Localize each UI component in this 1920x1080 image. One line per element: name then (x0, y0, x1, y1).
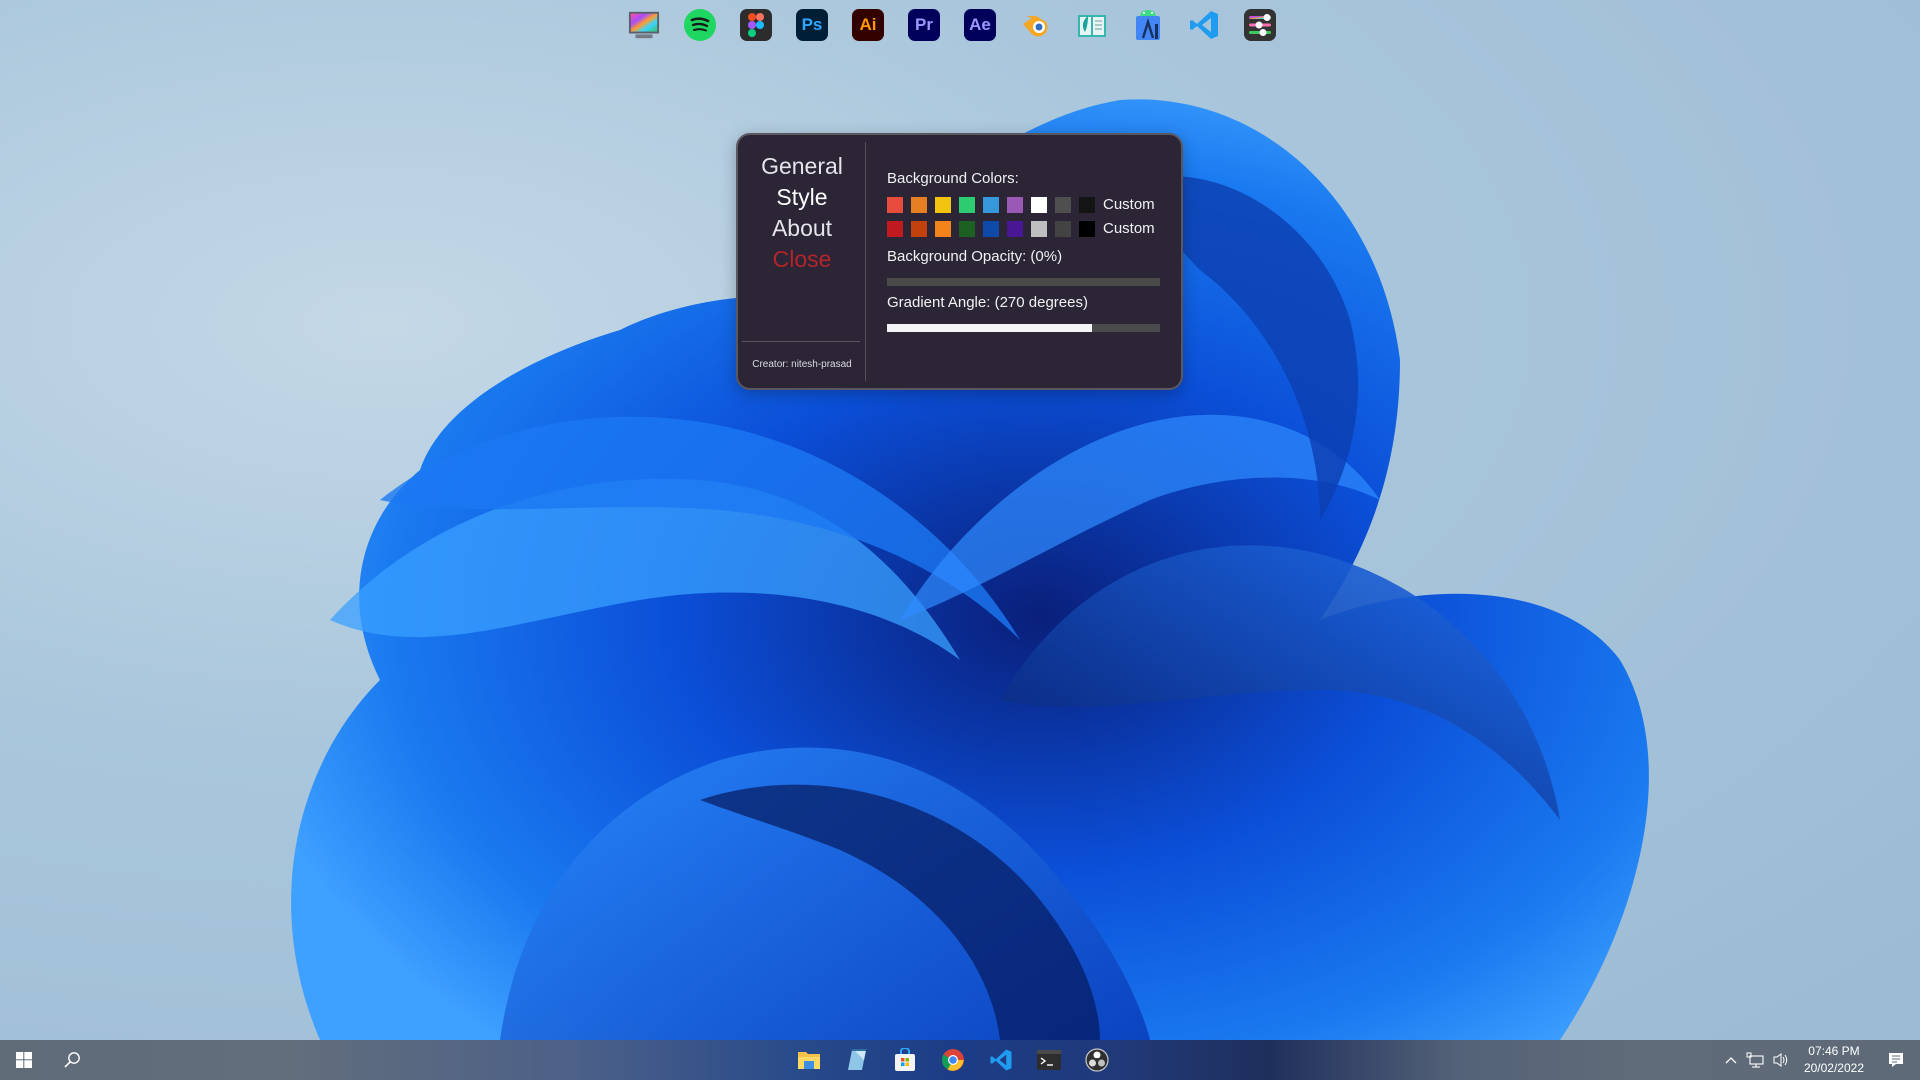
opacity-label: Background Opacity: (0%) (887, 248, 1063, 265)
creator-credit: Creator: nitesh-prasad (752, 359, 852, 370)
color-swatch[interactable] (1079, 220, 1095, 237)
taskbar-app-notepad[interactable] (844, 1047, 870, 1073)
dock-app-illustrator[interactable]: Ai (852, 9, 884, 41)
taskbar-apps (796, 1040, 1110, 1080)
background-colors-label: Background Colors: (887, 170, 1019, 187)
start-button[interactable] (0, 1040, 48, 1080)
dock-app-premiere[interactable]: Pr (908, 9, 940, 41)
dock-app-sliders[interactable] (1244, 9, 1276, 41)
opacity-slider[interactable] (887, 278, 1160, 286)
nav-close[interactable]: Close (738, 246, 866, 273)
premiere-icon: Pr (915, 15, 933, 34)
color-swatch[interactable] (887, 196, 903, 213)
nav-about[interactable]: About (738, 215, 866, 242)
network-icon (1746, 1052, 1764, 1068)
gradient-angle-label: Gradient Angle: (270 degrees) (887, 294, 1088, 311)
after-effects-icon: Ae (969, 15, 991, 34)
chevron-up-icon (1725, 1057, 1737, 1064)
search-icon (64, 1052, 80, 1068)
settings-panel: General Style About Close Creator: nites… (736, 133, 1183, 390)
show-hidden-icons-button[interactable] (1720, 1056, 1742, 1064)
color-swatch[interactable] (911, 196, 927, 213)
color-swatch[interactable] (1055, 220, 1071, 237)
speaker-icon (1773, 1053, 1788, 1067)
color-swatch[interactable] (959, 220, 975, 237)
taskbar-app-obs[interactable] (1084, 1047, 1110, 1073)
dock-app-vscode[interactable] (1188, 9, 1220, 41)
color-swatch[interactable] (1055, 196, 1071, 213)
color-swatch[interactable] (1031, 220, 1047, 237)
store-icon (895, 1048, 915, 1071)
action-center-button[interactable] (1878, 1051, 1914, 1069)
custom-color-button[interactable]: Custom (1103, 220, 1155, 237)
dock-app-figma[interactable] (740, 9, 772, 41)
book-icon (1078, 15, 1106, 37)
notification-icon (1889, 1053, 1903, 1067)
android-studio-icon (1136, 10, 1160, 40)
gradient-angle-slider[interactable] (887, 324, 1160, 332)
taskbar-app-terminal[interactable] (1036, 1047, 1062, 1073)
photoshop-icon: Ps (801, 15, 823, 34)
taskbar-app-file-explorer[interactable] (796, 1047, 822, 1073)
color-swatch[interactable] (1031, 196, 1047, 213)
chrome-icon (942, 1049, 964, 1071)
color-swatch[interactable] (983, 220, 999, 237)
figma-icon (748, 13, 764, 37)
display-rainbow-icon (628, 11, 660, 39)
taskbar-app-chrome[interactable] (940, 1047, 966, 1073)
dock-app-blender[interactable] (1020, 9, 1052, 41)
dock-app-photoshop[interactable]: Ps (796, 9, 828, 41)
clock-time: 07:46 PM (1808, 1044, 1860, 1058)
dock-app-display[interactable] (628, 9, 660, 41)
vscode-icon (990, 1049, 1012, 1071)
obs-icon (1085, 1048, 1109, 1072)
sliders-icon (1249, 14, 1271, 36)
gradient-angle-slider-fill (887, 324, 1092, 332)
custom-color-button[interactable]: Custom (1103, 196, 1155, 213)
folder-icon (798, 1052, 820, 1069)
top-dock: Ps Ai Pr Ae (628, 9, 1276, 41)
notepad-icon (848, 1049, 866, 1070)
color-swatch[interactable] (983, 196, 999, 213)
panel-sidebar: General Style About Close Creator: nites… (738, 135, 866, 388)
color-swatch[interactable] (1079, 196, 1095, 213)
dock-app-notebook[interactable] (1076, 9, 1108, 41)
volume-button[interactable] (1768, 1052, 1794, 1068)
taskbar-app-vscode[interactable] (988, 1047, 1014, 1073)
swatch-row-dark: Custom (887, 220, 1155, 237)
color-swatch[interactable] (935, 220, 951, 237)
network-button[interactable] (1742, 1052, 1768, 1068)
spotify-icon (684, 9, 716, 41)
vscode-icon (1190, 11, 1218, 39)
dock-app-spotify[interactable] (684, 9, 716, 41)
color-swatch[interactable] (887, 220, 903, 237)
sidebar-divider (742, 341, 860, 342)
taskbar-app-store[interactable] (892, 1047, 918, 1073)
color-swatch[interactable] (959, 196, 975, 213)
panel-divider (865, 142, 866, 381)
illustrator-icon: Ai (859, 15, 877, 34)
color-swatch[interactable] (1007, 196, 1023, 213)
nav-style[interactable]: Style (738, 184, 866, 211)
terminal-icon (1037, 1050, 1061, 1070)
color-swatch[interactable] (911, 220, 927, 237)
system-tray: 07:46 PM 20/02/2022 (1720, 1040, 1920, 1080)
color-swatch[interactable] (935, 196, 951, 213)
blender-icon (1023, 16, 1048, 37)
search-button[interactable] (48, 1040, 96, 1080)
dock-app-after-effects[interactable]: Ae (964, 9, 996, 41)
swatch-row-light: Custom (887, 196, 1155, 213)
taskbar-clock[interactable]: 07:46 PM 20/02/2022 (1804, 1043, 1864, 1077)
nav-general[interactable]: General (738, 153, 866, 180)
color-swatch[interactable] (1007, 220, 1023, 237)
taskbar: 07:46 PM 20/02/2022 (0, 1040, 1920, 1080)
clock-date: 20/02/2022 (1803, 1061, 1864, 1075)
windows-start-icon (16, 1052, 32, 1068)
dock-app-android-studio[interactable] (1132, 9, 1164, 41)
